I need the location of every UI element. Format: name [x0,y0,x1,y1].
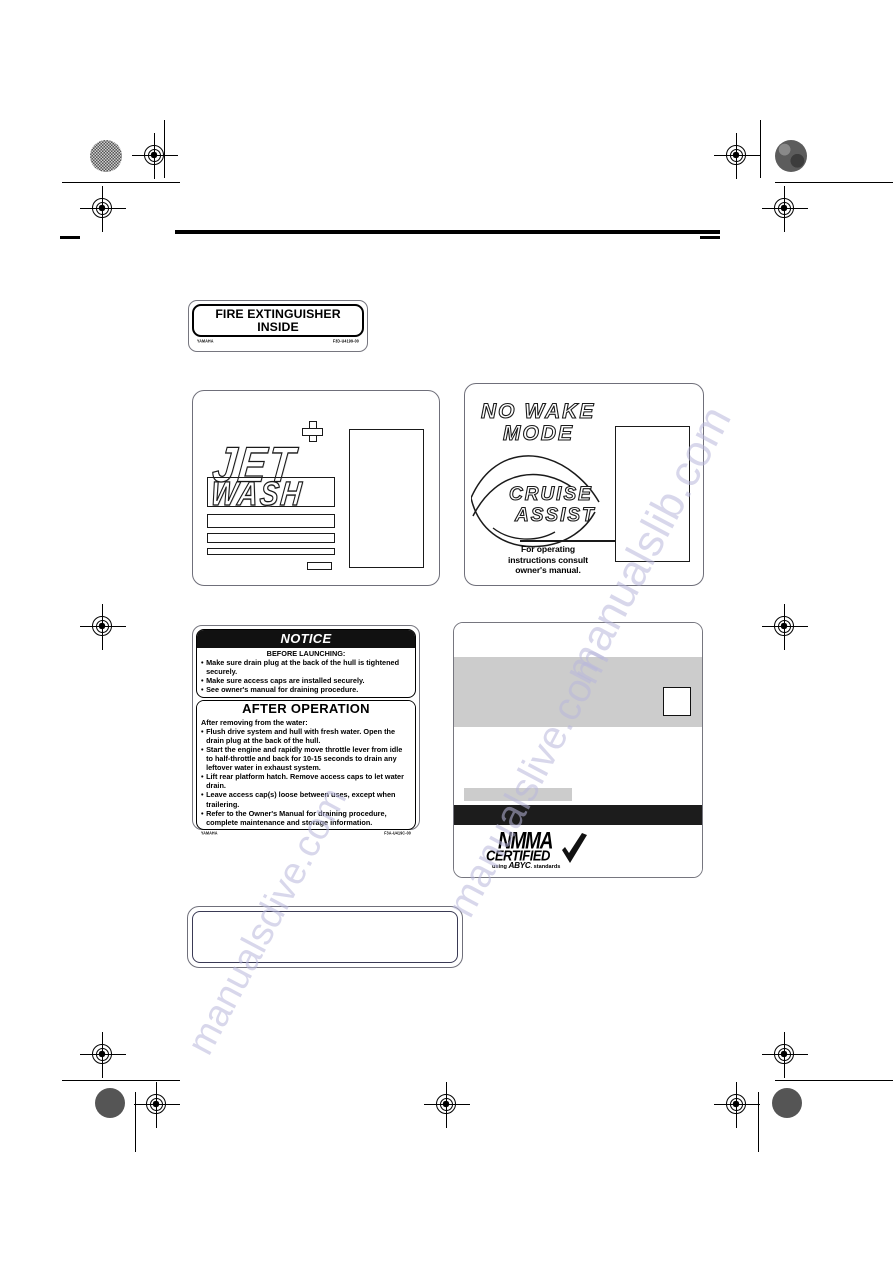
fire-extinguisher-inner-frame: FIRE EXTINGUISHER INSIDE [192,304,364,337]
no-wake-footnote-line-2: instructions consult [507,554,589,565]
registration-target-icon [80,1032,126,1078]
capacity-plate: NMMA CERTIFIED using ABYC. standards [453,622,703,878]
halftone-density-patch [90,140,122,172]
jet-wash-label: JET WASH [192,390,440,586]
bullet-icon: • [201,685,204,695]
halftone-density-patch [772,1088,802,1118]
bullet-icon: • [201,658,204,668]
after-operation-item: • Lift rear platform hatch. Remove acces… [201,772,411,790]
before-launching-item: • See owner's manual for draining proced… [201,685,411,694]
after-operation-item: • Flush drive system and hull with fresh… [201,727,411,745]
blank-label [187,906,463,968]
brand-mark: YAMAHA [201,830,218,837]
notice-heading: NOTICE [197,630,415,648]
crop-mark [758,1092,760,1152]
after-operation-item: • Start the engine and rapidly move thro… [201,745,411,772]
part-number: F3A-U419C-00 [384,830,411,836]
crop-mark [775,1080,893,1082]
crop-mark [60,236,80,239]
after-operation-block: AFTER OPERATION After removing from the … [196,699,416,830]
after-operation-item-text: Flush drive system and hull with fresh w… [206,726,396,745]
registration-target-icon [714,133,760,179]
jet-wash-diagram-panel [349,429,424,568]
no-wake-footnote-line-3: owner's manual. [515,565,581,576]
jet-wash-text-bar [207,548,335,555]
registration-target-icon [762,1032,808,1078]
after-operation-lead: After removing from the water: [201,717,308,727]
halftone-density-patch [775,140,807,172]
registration-target-icon [80,604,126,650]
before-launching-item: • Make sure access caps are installed se… [201,676,411,685]
checkmark-icon [562,833,587,863]
cruise-assist-line-2: ASSIST [514,504,596,526]
nmma-abyc-text: using ABYC. standards [492,861,561,870]
fire-extinguisher-microprint: YAMAHA F3D-U4199-00 [192,337,364,343]
part-number: F3D-U4199-00 [332,338,359,343]
nmma-certified-logo: NMMA CERTIFIED using ABYC. standards [486,828,592,871]
bullet-icon: • [201,790,204,800]
registration-target-icon [762,186,808,232]
bullet-icon: • [201,676,204,686]
plus-icon [302,421,323,442]
leader-line [520,540,616,542]
notice-body: BEFORE LAUNCHING: • Make sure drain plug… [197,648,415,697]
crop-mark [700,236,720,239]
after-operation-item-text: Lift rear platform hatch. Remove access … [206,772,404,791]
no-wake-footnote-line-1: For operating [520,544,576,554]
header-rule [175,230,720,234]
before-launching-item-text: Make sure access caps are installed secu… [206,676,365,686]
registration-target-icon [132,133,178,179]
notice-label: NOTICE BEFORE LAUNCHING: • Make sure dra… [192,625,420,836]
brand-mark: YAMAHA [197,337,214,344]
capacity-plate-value-box [663,687,691,716]
page-watermark: manualslib.com manualsdive.com manualsli… [0,0,893,1263]
no-wake-footnote: For operating instructions consult owner… [483,544,613,576]
before-launching-item: • Make sure drain plug at the back of th… [201,658,411,676]
registration-target-icon [424,1082,470,1128]
after-operation-item: • Leave access cap(s) loose between uses… [201,790,411,808]
after-operation-item: • Refer to the Owner's Manual for draini… [201,809,411,827]
jet-wash-text-bar [207,514,335,528]
crop-mark [775,182,893,184]
notice-block: NOTICE BEFORE LAUNCHING: • Make sure dra… [196,629,416,698]
abyc-prefix: using [492,864,507,870]
jet-wash-text-bar [207,533,335,543]
after-operation-item-text: Refer to the Owner's Manual for draining… [206,808,387,827]
fire-extinguisher-line-2: INSIDE [257,319,299,334]
no-wake-mode-label: NO WAKE MODE CRUISE ASSIST For operating… [464,383,704,586]
registration-target-icon [714,1082,760,1128]
bullet-icon: • [201,744,204,754]
bullet-icon: • [201,772,204,782]
after-operation-item-text: Start the engine and rapidly move thrott… [206,744,403,773]
crop-mark [62,182,180,184]
jet-wash-small-box [307,562,332,570]
fire-extinguisher-line-1: FIRE EXTINGUISHER [215,306,341,321]
halftone-density-patch [95,1088,125,1118]
crop-mark [164,120,166,178]
no-wake-diagram-panel [615,426,690,562]
notice-microprint: YAMAHA F3A-U419C-00 [196,830,416,836]
registration-target-icon [762,604,808,650]
abyc-wordmark: ABYC [508,861,531,870]
bullet-icon: • [201,808,204,818]
bullet-icon: • [201,726,204,736]
capacity-plate-gray-strip [464,788,572,801]
before-launching-heading: BEFORE LAUNCHING: [266,649,346,658]
no-wake-line-1: NO WAKE [480,399,596,423]
before-launching-item-text: See owner's manual for draining procedur… [206,685,359,695]
cruise-assist-line-1: CRUISE [508,483,593,505]
after-operation-heading: AFTER OPERATION [197,700,415,717]
after-operation-body: After removing from the water: • Flush d… [197,717,415,829]
capacity-plate-black-bar [454,805,702,825]
blank-label-inner-frame [192,911,458,963]
registration-target-icon [80,186,126,232]
crop-mark [760,120,762,178]
fire-extinguisher-label: FIRE EXTINGUISHER INSIDE YAMAHA F3D-U419… [188,300,368,352]
registration-target-icon [134,1082,180,1128]
after-operation-item-text: Leave access cap(s) loose between uses, … [206,790,396,809]
before-launching-item-text: Make sure drain plug at the back of the … [206,658,400,677]
jet-wash-title-bottom: WASH [209,474,306,512]
abyc-suffix: standards [533,864,561,870]
